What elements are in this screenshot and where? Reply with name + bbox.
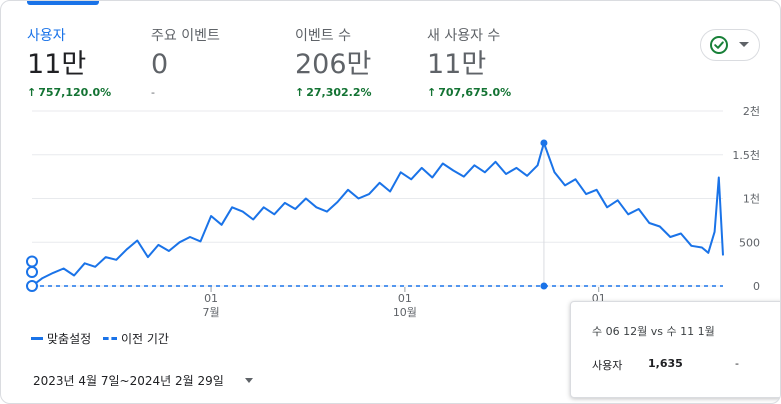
hover-point-current xyxy=(540,139,548,147)
chevron-down-icon[interactable] xyxy=(245,378,253,383)
x-tick-day: 01 xyxy=(398,292,412,305)
y-tick-label: 2천 xyxy=(743,104,760,118)
x-tick-day: 01 xyxy=(204,292,218,305)
analytics-card: 사용자 11만 ↑ 757,120.0% 주요 이벤트 0 - 이벤트 수 206… xyxy=(0,0,781,404)
y-tick-label: 0 xyxy=(753,280,760,293)
date-range-selector[interactable]: 2023년 4월 7일~2024년 2월 29일 xyxy=(33,372,224,389)
legend-item-current[interactable]: 맞춤설정 xyxy=(31,330,91,347)
y-tick-label: 500 xyxy=(739,236,760,249)
start-point-current-b xyxy=(26,266,38,278)
current-period-line xyxy=(31,141,724,287)
y-tick-label: 1천 xyxy=(743,192,760,206)
hover-point-previous xyxy=(540,282,548,290)
x-tick-month: 7월 xyxy=(203,306,220,319)
y-tick-label: 1.5천 xyxy=(732,148,760,162)
tooltip-metric-label: 사용자 xyxy=(592,359,623,372)
start-point-previous xyxy=(26,280,38,292)
dashed-line-swatch xyxy=(103,337,117,340)
line-chart: 05001천1.5천2천 017월0110월01 xyxy=(26,104,760,319)
solid-line-swatch xyxy=(31,337,43,340)
tooltip-title: 수 06 12월 vs 수 11 1월 xyxy=(592,325,715,338)
start-point-current-a xyxy=(26,255,38,268)
legend-item-previous[interactable]: 이전 기간 xyxy=(103,330,169,347)
chart-tooltip: 수 06 12월 vs 수 11 1월 사용자 1,635 - xyxy=(570,301,780,398)
tooltip-metric-value: 1,635 xyxy=(648,357,683,370)
x-tick-month: 10월 xyxy=(393,306,417,319)
chart-legend: 맞춤설정 이전 기간 xyxy=(31,329,177,347)
tooltip-previous-value: - xyxy=(735,357,739,370)
